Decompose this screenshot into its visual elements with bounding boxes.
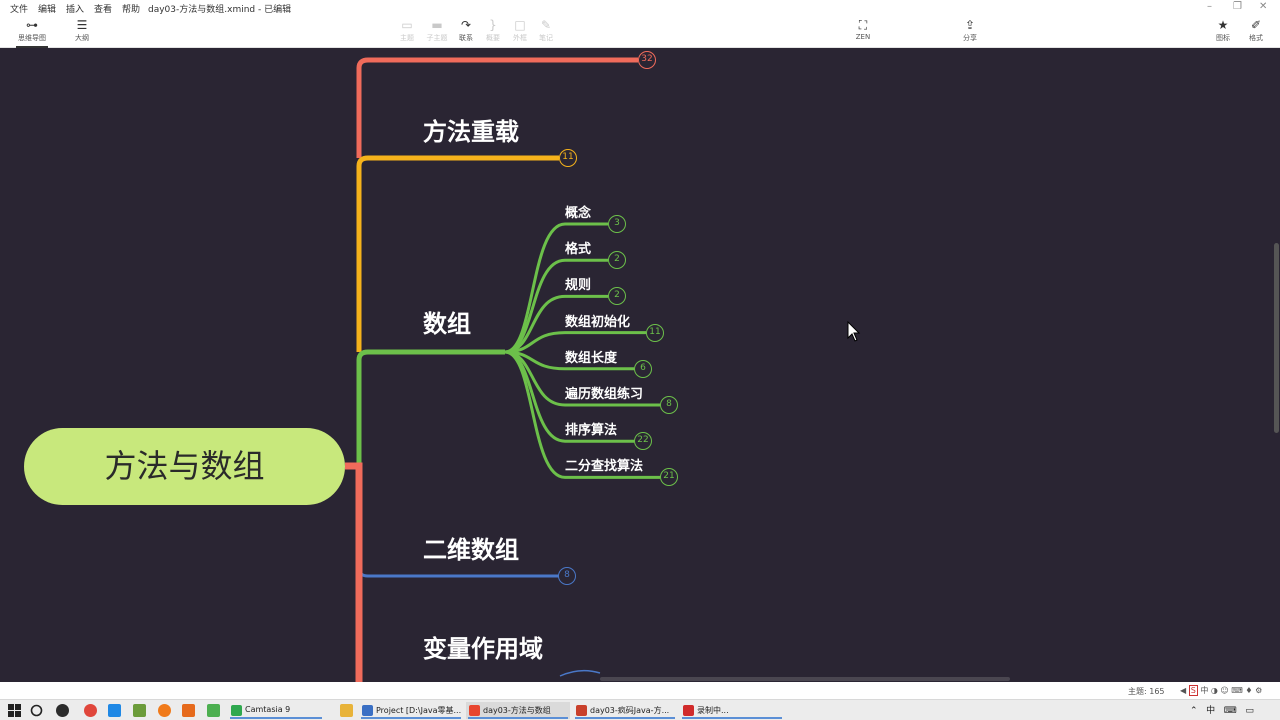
taskbar-app-label: 录制中...: [697, 706, 729, 715]
branch-connector-green: [356, 349, 505, 466]
chrome-icon[interactable]: [84, 704, 97, 717]
icons-panel-label: 图标: [1216, 34, 1230, 42]
edge-icon[interactable]: [108, 704, 121, 717]
menu-insert[interactable]: 插入: [66, 2, 84, 15]
document-title: day03-方法与数组.xmind - 已编辑: [148, 5, 292, 15]
powerpoint-icon: [576, 705, 587, 716]
format-panel-button[interactable]: ✐ 格式: [1236, 17, 1276, 43]
collapsed-count-badge[interactable]: 3: [608, 215, 626, 233]
share-label: 分享: [963, 34, 977, 42]
firefox-icon[interactable]: [158, 704, 171, 717]
minimize-icon[interactable]: –: [1207, 1, 1212, 12]
taskbar-app-label: Project [D:\Java零基...: [376, 706, 462, 715]
search-tool-icon[interactable]: [182, 704, 195, 717]
insert-relationship-label: 联系: [459, 34, 473, 42]
xmind-window: 文件 编辑 插入 查看 帮助 day03-方法与数组.xmind - 已编辑 –…: [0, 0, 1280, 720]
share-button[interactable]: ⇪ 分享: [950, 17, 990, 43]
insert-note-button[interactable]: ✎ 笔记: [526, 17, 566, 43]
taskbar-xmind[interactable]: day03-方法与数组: [466, 702, 570, 719]
menu-view[interactable]: 查看: [94, 2, 112, 15]
mouse-cursor-icon: [847, 321, 861, 342]
branch-connector-red-bottom: [345, 462, 363, 682]
ime-indicator[interactable]: 中: [1206, 706, 1215, 716]
subtopic-label[interactable]: 规则: [565, 274, 591, 293]
chevron-up-icon[interactable]: ⌃: [1190, 706, 1198, 716]
android-icon[interactable]: [207, 704, 220, 717]
folder-icon[interactable]: [340, 704, 353, 717]
fullscreen-icon: ⛶: [858, 18, 868, 32]
ime-toolbar: ◀ S 中 ◑ ☺ ⌨ ♦ ⚙: [1180, 685, 1263, 696]
subtopic-label[interactable]: 二分查找算法: [565, 455, 643, 474]
task-view-icon[interactable]: [56, 704, 69, 717]
xmind-icon: [469, 705, 480, 716]
menu-help[interactable]: 帮助: [122, 2, 140, 15]
collapsed-count-badge[interactable]: 32: [638, 51, 656, 69]
taskbar-app-label: day03-方法与数组: [483, 706, 551, 715]
windows-taskbar: Camtasia 9 Project [D:\Java零基... day03-方…: [0, 699, 1280, 720]
tab-outline[interactable]: ☰ 大纲: [62, 17, 102, 43]
search-icon[interactable]: [30, 704, 43, 717]
subtopic-connector: [504, 258, 608, 354]
collapsed-count-badge[interactable]: 8: [558, 567, 576, 585]
topic-2d-array[interactable]: 二维数组: [423, 530, 519, 565]
topic-method-overload[interactable]: 方法重载: [423, 112, 519, 147]
restore-icon[interactable]: ❐: [1233, 1, 1242, 12]
topic-count: 主题: 165: [1128, 687, 1165, 696]
toolbar: ⊶ 思维导图 ☰ 大纲 ▭ 主题 ▬ 子主题 ↷ 联系 } 概要 □ 外框 ✎: [0, 15, 1280, 48]
insert-summary-label: 概要: [486, 34, 500, 42]
collapsed-count-badge[interactable]: 11: [646, 323, 664, 342]
subtopic-label[interactable]: 格式: [565, 238, 591, 257]
mindmap-icon: ⊶: [26, 18, 38, 32]
subtopic-label[interactable]: 概念: [565, 202, 591, 221]
collapsed-count-badge[interactable]: 8: [660, 396, 678, 414]
subtopic-label[interactable]: 数组初始化: [565, 311, 630, 330]
close-icon[interactable]: ✕: [1259, 1, 1267, 12]
taskbar-app-label: Camtasia 9: [245, 705, 291, 714]
horizontal-scroll-thumb[interactable]: [600, 677, 1010, 681]
windows-start-icon[interactable]: [8, 704, 21, 717]
insert-subtopic-label: 子主题: [426, 34, 448, 42]
subtopic-label[interactable]: 排序算法: [565, 419, 617, 438]
brush-icon: ✐: [1250, 18, 1262, 32]
tab-mindmap[interactable]: ⊶ 思维导图: [12, 17, 52, 48]
zen-button[interactable]: ⛶ ZEN: [843, 17, 883, 41]
sogou-icon: S: [1188, 685, 1198, 696]
note-icon: ✎: [540, 18, 552, 32]
format-panel-label: 格式: [1249, 34, 1263, 42]
keyboard-icon[interactable]: ⌨: [1224, 706, 1237, 716]
record-icon: [683, 705, 694, 716]
taskbar-recording[interactable]: 录制中...: [680, 702, 784, 719]
outline-icon: ☰: [76, 18, 88, 32]
menu-edit[interactable]: 编辑: [38, 2, 56, 15]
vertical-scroll-thumb[interactable]: [1274, 243, 1279, 433]
insert-note-label: 笔记: [539, 34, 553, 42]
notification-icon[interactable]: ▭: [1245, 706, 1254, 716]
camtasia-icon: [231, 705, 242, 716]
taskbar-app-label: day03-疯码Java-方...: [590, 706, 670, 715]
mindmap-canvas[interactable]: 方法与数组 32 方法重载 11 数组 概念 3 格式 2 规则 2 数组初始化 11 数组长度…: [0, 48, 1280, 682]
topic-array[interactable]: 数组: [423, 304, 471, 339]
insert-topic-label: 主题: [400, 34, 414, 42]
subtopic-label[interactable]: 遍历数组练习: [565, 383, 643, 402]
taskbar-intellij[interactable]: Project [D:\Java零基...: [359, 702, 463, 719]
collapsed-count-badge[interactable]: 6: [634, 359, 652, 378]
menu-file[interactable]: 文件: [10, 2, 28, 15]
upload-icon: ⇪: [964, 18, 976, 32]
topic-variable-scope[interactable]: 变量作用域: [423, 629, 543, 664]
collapsed-count-badge[interactable]: 11: [559, 149, 577, 167]
system-tray: ⌃ 中 ⌨ ▭: [1190, 703, 1254, 716]
taskbar-camtasia[interactable]: Camtasia 9: [228, 702, 324, 719]
insert-boundary-label: 外框: [513, 34, 527, 42]
zen-label: ZEN: [855, 33, 871, 41]
taskbar-powerpoint[interactable]: day03-疯码Java-方...: [573, 702, 677, 719]
tab-mindmap-label: 思维导图: [18, 34, 46, 42]
app-icon[interactable]: [133, 704, 146, 717]
vertical-scrollbar[interactable]: [1273, 48, 1280, 682]
intellij-icon: [362, 705, 373, 716]
status-bar: 主题: 165 ◀ S 中 ◑ ☺ ⌨ ♦ ⚙: [0, 682, 1280, 699]
central-topic[interactable]: 方法与数组: [24, 428, 345, 505]
menu-bar: 文件 编辑 插入 查看 帮助 day03-方法与数组.xmind - 已编辑 –…: [0, 0, 1280, 15]
subtopic-label[interactable]: 数组长度: [565, 347, 617, 366]
tab-outline-label: 大纲: [75, 34, 89, 42]
